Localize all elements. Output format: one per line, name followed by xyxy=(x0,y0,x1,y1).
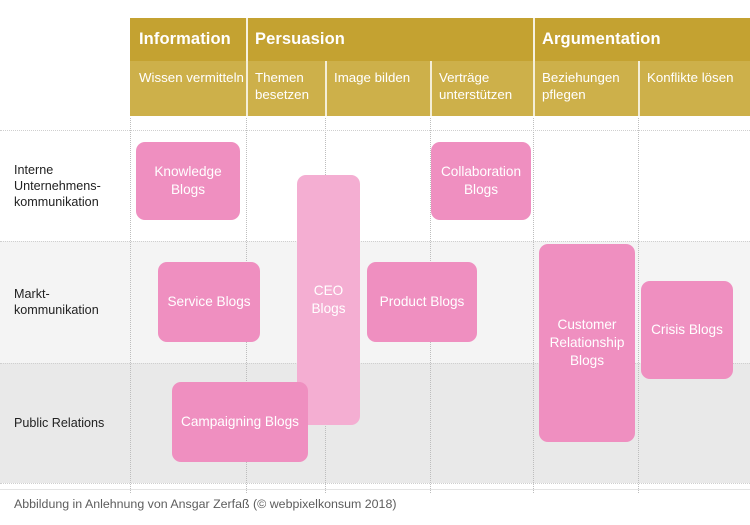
blog-box-label: Collaboration Blogs xyxy=(440,164,522,197)
column-group-argumentation: Argumentation xyxy=(533,18,750,61)
blog-box-knowledge-blogs[interactable]: Knowledge Blogs xyxy=(136,142,240,220)
blog-box-campaigning-blogs[interactable]: Campaigning Blogs xyxy=(172,382,308,462)
column-header-beziehungen-pflegen: Beziehungen pflegen xyxy=(533,61,638,116)
blog-box-label: CEO Blogs xyxy=(311,283,346,316)
column-group-separator xyxy=(246,18,248,61)
blog-box-customer-relationship-blogs[interactable]: Customer Relationship Blogs xyxy=(539,244,635,442)
column-header-separator xyxy=(246,61,248,116)
blog-box-label: Product Blogs xyxy=(379,294,465,309)
row-label-line: Public Relations xyxy=(14,416,105,430)
column-header-label: Themen besetzen xyxy=(255,70,309,102)
grid-line-horizontal xyxy=(0,241,750,242)
column-group-label: Persuasion xyxy=(255,30,345,48)
column-header-label: Konflikte lösen xyxy=(647,70,734,85)
row-label-line: kommunikation xyxy=(14,303,99,317)
row-label-public-relations: Public Relations xyxy=(14,415,126,431)
blog-box-label: Crisis Blogs xyxy=(651,322,723,337)
blog-box-crisis-blogs[interactable]: Crisis Blogs xyxy=(641,281,733,379)
blog-box-label: Knowledge Blogs xyxy=(154,164,222,197)
column-header-konflikte-loesen: Konflikte lösen xyxy=(638,61,750,116)
caption-divider xyxy=(0,489,750,490)
figure-caption: Abbildung in Anlehnung von Ansgar Zerfaß… xyxy=(14,497,397,511)
blog-box-label: Service Blogs xyxy=(167,294,251,309)
grid-line-horizontal xyxy=(0,130,750,131)
column-group-persuasion: Persuasion xyxy=(246,18,533,61)
column-header-wissen-vermitteln: Wissen vermitteln xyxy=(130,61,246,116)
communication-matrix-diagram: Information Persuasion Argumentation Wisse… xyxy=(0,0,750,525)
column-header-label: Beziehungen pflegen xyxy=(542,70,620,102)
column-group-information: Information xyxy=(130,18,246,61)
row-label-line: Markt- xyxy=(14,287,50,301)
column-header-separator xyxy=(325,61,327,116)
column-header-separator xyxy=(430,61,432,116)
column-header-label: Image bilden xyxy=(334,70,411,85)
column-header-separator xyxy=(533,61,535,116)
blog-box-collaboration-blogs[interactable]: Collaboration Blogs xyxy=(431,142,531,220)
grid-line-vertical xyxy=(638,118,639,493)
grid-line-horizontal xyxy=(0,483,750,484)
column-group-separator xyxy=(533,18,535,61)
column-header-image-bilden: Image bilden xyxy=(325,61,430,116)
column-header-themen-besetzen: Themen besetzen xyxy=(246,61,325,116)
column-header-label: Wissen vermitteln xyxy=(139,70,244,85)
row-label-line: Interne Unternehmens- xyxy=(14,162,101,193)
row-label-markt-kommunikation: Markt-kommunikation xyxy=(14,286,126,318)
grid-line-vertical xyxy=(130,118,131,493)
row-label-line: kommunikation xyxy=(14,194,99,209)
column-header-label: Verträge unterstützen xyxy=(439,70,513,102)
blog-box-label: Campaigning Blogs xyxy=(181,414,299,429)
column-group-label: Information xyxy=(139,30,231,48)
column-header-vertraege-unterstuetzen: Verträge unterstützen xyxy=(430,61,533,116)
column-group-label: Argumentation xyxy=(542,30,661,48)
grid-line-vertical xyxy=(533,118,534,493)
grid-line-horizontal xyxy=(0,363,750,364)
column-header-separator xyxy=(638,61,640,116)
blog-box-label: Customer Relationship Blogs xyxy=(549,317,625,368)
row-label-interne-unternehmens-kommunikation: Interne Unternehmens-kommunikation xyxy=(14,162,126,210)
blog-box-service-blogs[interactable]: Service Blogs xyxy=(158,262,260,342)
blog-box-product-blogs[interactable]: Product Blogs xyxy=(367,262,477,342)
